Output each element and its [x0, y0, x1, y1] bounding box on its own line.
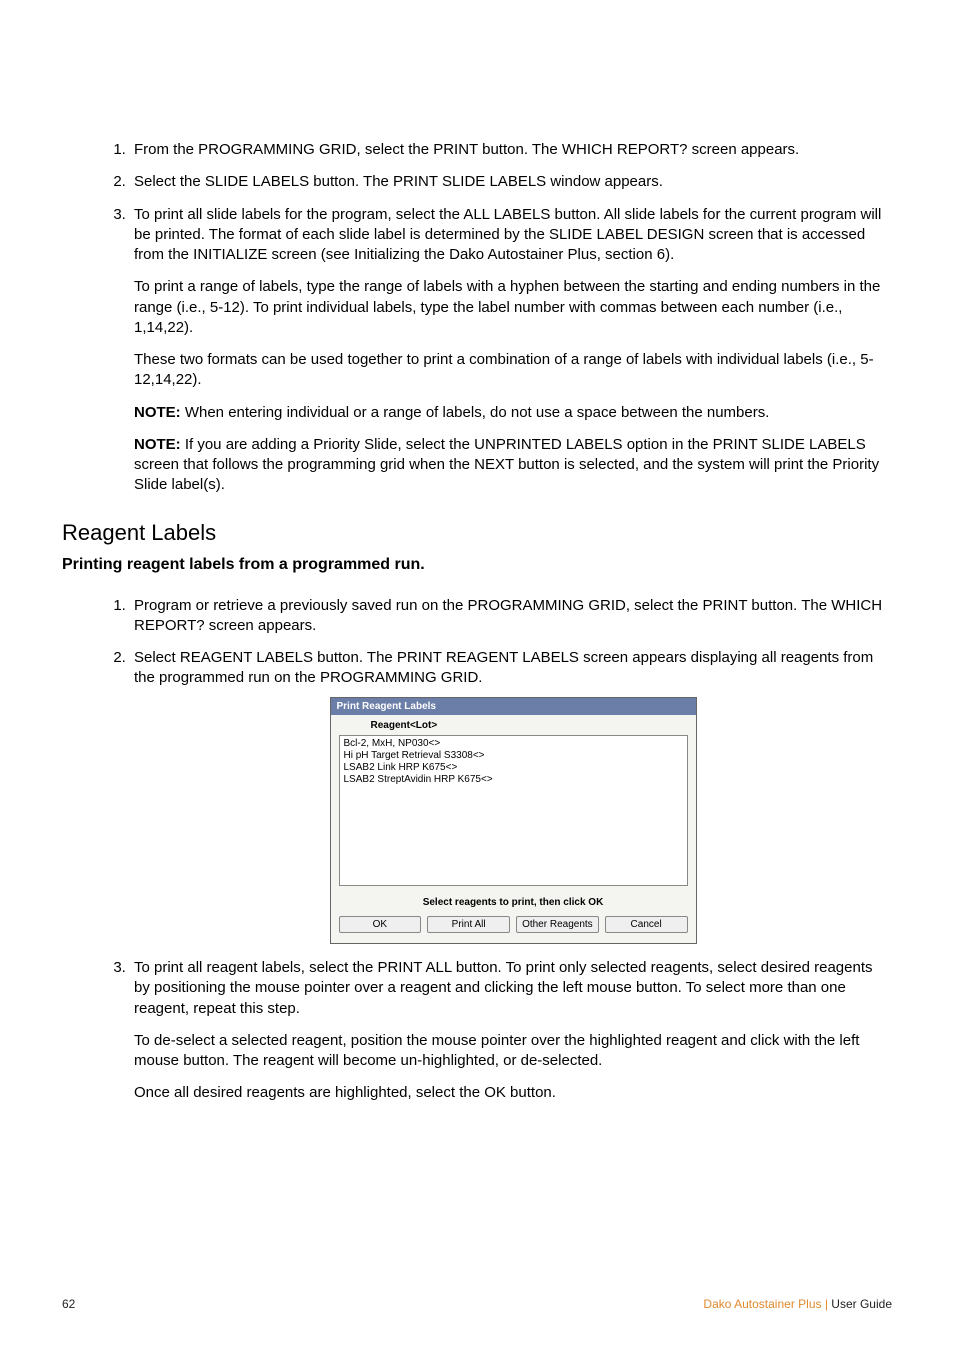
steps-list-a: From the PROGRAMMING GRID, select the PR…	[102, 140, 892, 496]
steps-list-b: Program or retrieve a previously saved r…	[102, 596, 892, 1104]
step-a1-text: From the PROGRAMMING GRID, select the PR…	[134, 141, 799, 158]
list-item[interactable]: Bcl-2, MxH, NP030<>	[344, 738, 683, 750]
step-b1-text: Program or retrieve a previously saved r…	[134, 597, 882, 634]
list-item[interactable]: LSAB2 StreptAvidin HRP K675<>	[344, 774, 683, 786]
reagent-listbox[interactable]: Bcl-2, MxH, NP030<> Hi pH Target Retriev…	[339, 735, 688, 886]
step-a1: From the PROGRAMMING GRID, select the PR…	[130, 140, 892, 160]
dialog-title: Print Reagent Labels	[331, 698, 696, 716]
section-heading: Reagent Labels	[62, 520, 892, 546]
step-b2: Select REAGENT LABELS button. The PRINT …	[130, 648, 892, 944]
step-b1: Program or retrieve a previously saved r…	[130, 596, 892, 637]
footer-doc: User Guide	[831, 1297, 892, 1311]
step-b3: To print all reagent labels, select the …	[130, 958, 892, 1104]
step-a3-p2: To print a range of labels, type the ran…	[134, 277, 892, 338]
page-number: 62	[62, 1297, 75, 1311]
list-item[interactable]: LSAB2 Link HRP K675<>	[344, 762, 683, 774]
page-footer: 62 Dako Autostainer Plus | User Guide	[62, 1297, 892, 1311]
print-reagent-labels-dialog: Print Reagent Labels Reagent<Lot> Bcl-2,…	[330, 697, 697, 945]
ok-button[interactable]: OK	[339, 916, 422, 933]
step-a2-text: Select the SLIDE LABELS button. The PRIN…	[134, 173, 663, 190]
print-all-button[interactable]: Print All	[427, 916, 510, 933]
page: From the PROGRAMMING GRID, select the PR…	[0, 0, 954, 1351]
note-text-2: If you are adding a Priority Slide, sele…	[134, 436, 879, 494]
footer-right: Dako Autostainer Plus | User Guide	[703, 1297, 892, 1311]
note-text-1: When entering individual or a range of l…	[181, 404, 770, 421]
dialog-column-header: Reagent<Lot>	[331, 715, 696, 735]
step-a2: Select the SLIDE LABELS button. The PRIN…	[130, 172, 892, 192]
note-label-1: NOTE:	[134, 404, 181, 421]
step-a3-p1: To print all slide labels for the progra…	[134, 205, 892, 266]
cancel-button[interactable]: Cancel	[605, 916, 688, 933]
other-reagents-button[interactable]: Other Reagents	[516, 916, 599, 933]
step-b3-p3: Once all desired reagents are highlighte…	[134, 1083, 892, 1103]
dialog-instruction: Select reagents to print, then click OK	[331, 886, 696, 913]
footer-sep: |	[822, 1297, 832, 1311]
step-b3-p1: To print all reagent labels, select the …	[134, 958, 892, 1019]
footer-product: Dako Autostainer Plus	[703, 1297, 821, 1311]
step-a3-note1: NOTE: When entering individual or a rang…	[134, 403, 892, 423]
dialog-wrap: Print Reagent Labels Reagent<Lot> Bcl-2,…	[134, 697, 892, 945]
dialog-button-row: OK Print All Other Reagents Cancel	[331, 912, 696, 943]
note-label-2: NOTE:	[134, 436, 181, 453]
step-b3-p2: To de-select a selected reagent, positio…	[134, 1031, 892, 1072]
list-item[interactable]: Hi pH Target Retrieval S3308<>	[344, 750, 683, 762]
sub-heading: Printing reagent labels from a programme…	[62, 556, 892, 574]
step-b2-text: Select REAGENT LABELS button. The PRINT …	[134, 649, 873, 686]
step-a3-note2: NOTE: If you are adding a Priority Slide…	[134, 435, 892, 496]
step-a3-p3: These two formats can be used together t…	[134, 350, 892, 391]
step-a3: To print all slide labels for the progra…	[130, 205, 892, 496]
